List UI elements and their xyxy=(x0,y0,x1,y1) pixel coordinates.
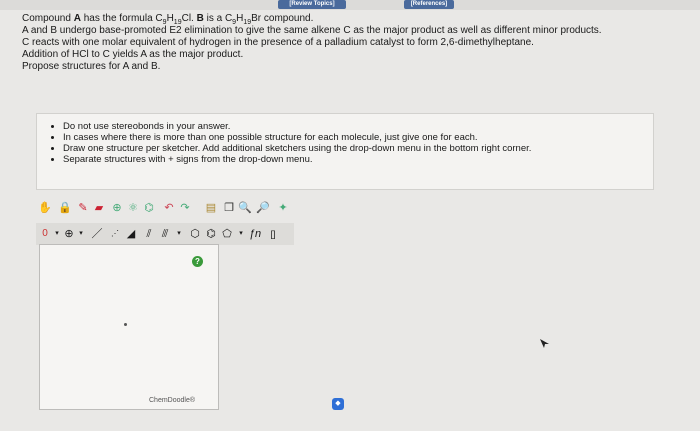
instruction-item: In cases where there is more than one po… xyxy=(63,132,653,143)
eraser-icon[interactable]: ▰ xyxy=(92,201,106,215)
chevron-down-icon[interactable]: ▾ xyxy=(234,227,248,241)
benzene-icon[interactable]: ⌬ xyxy=(204,227,218,241)
cursor-icon xyxy=(540,339,549,348)
formula-button[interactable]: ƒn xyxy=(248,227,262,241)
instruction-item: Do not use stereobonds in your answer. xyxy=(63,121,653,132)
instruction-item: Draw one structure per sketcher. Add add… xyxy=(63,143,653,154)
review-topics-button[interactable]: [Review Topics] xyxy=(278,0,346,9)
template-icon[interactable]: ▤ xyxy=(204,201,218,215)
help-icon[interactable]: ? xyxy=(192,256,203,267)
sketcher-toolbar-top: ✋ 🔒 ✎ ▰ ⊕ ⚛ ⌬ ↶ ↷ ▤ ❐ 🔍 🔎 ✦ xyxy=(36,197,294,219)
zoom-in-icon[interactable]: ⊕ xyxy=(110,201,124,215)
hand-tool-icon[interactable]: ✋ xyxy=(38,201,52,215)
lock-icon[interactable]: 🔒 xyxy=(58,201,72,215)
instructions-box: Do not use stereobonds in your answer. I… xyxy=(36,113,654,190)
question-line-5: Propose structures for A and B. xyxy=(22,61,161,72)
question-line-4: Addition of HCl to C yields A as the maj… xyxy=(22,49,244,60)
pencil-icon[interactable]: ✎ xyxy=(76,201,90,215)
clean-icon[interactable]: ✦ xyxy=(276,201,290,215)
double-bond-icon[interactable]: ⫽ xyxy=(142,227,156,241)
dashed-bond-icon[interactable]: ⋰ xyxy=(108,227,122,241)
copy-icon[interactable]: ❐ xyxy=(222,201,236,215)
hexagon-icon[interactable]: ⬡ xyxy=(188,227,202,241)
triple-bond-icon[interactable]: ⫻ xyxy=(158,227,172,241)
instruction-item: Separate structures with + signs from th… xyxy=(63,154,653,165)
bracket-icon[interactable]: [] xyxy=(266,227,280,241)
sketcher-dropdown-button[interactable]: ◆ xyxy=(332,398,344,410)
top-bar: [Review Topics] [References] xyxy=(0,0,700,10)
chevron-down-icon[interactable]: ▾ xyxy=(74,227,88,241)
canvas-dot xyxy=(124,323,127,326)
sketcher-canvas[interactable] xyxy=(39,244,219,410)
zoom-out-magnifier-icon[interactable]: 🔎 xyxy=(256,201,270,215)
sketcher-toolbar-bottom: 0 ▾ ⊕ ▾ ／ ⋰ ◢ ⫽ ⫻ ▾ ⬡ ⌬ ⬠ ▾ ƒn [] xyxy=(36,223,294,245)
question-line-3: C reacts with one molar equivalent of hy… xyxy=(22,37,534,48)
chevron-down-icon[interactable]: ▾ xyxy=(172,227,186,241)
atom-map-icon[interactable]: ⚛ xyxy=(126,201,140,215)
pentagon-icon[interactable]: ⬠ xyxy=(220,227,234,241)
question-text: Compound A has the formula C9H19Cl. B is… xyxy=(22,13,672,73)
question-line-2: A and B undergo base-promoted E2 elimina… xyxy=(22,25,602,36)
wedge-bond-icon[interactable]: ◢ xyxy=(124,227,138,241)
ring-icon[interactable]: ⌬ xyxy=(142,201,156,215)
chemdoodle-label: ChemDoodle® xyxy=(149,397,196,404)
zoom-in-magnifier-icon[interactable]: 🔍 xyxy=(238,201,252,215)
undo-icon[interactable]: ↶ xyxy=(162,201,176,215)
redo-icon[interactable]: ↷ xyxy=(178,201,192,215)
references-button[interactable]: [References] xyxy=(404,0,454,9)
question-line-1: Compound A has the formula C9H19Cl. B is… xyxy=(22,13,314,26)
single-bond-icon[interactable]: ／ xyxy=(90,227,104,241)
